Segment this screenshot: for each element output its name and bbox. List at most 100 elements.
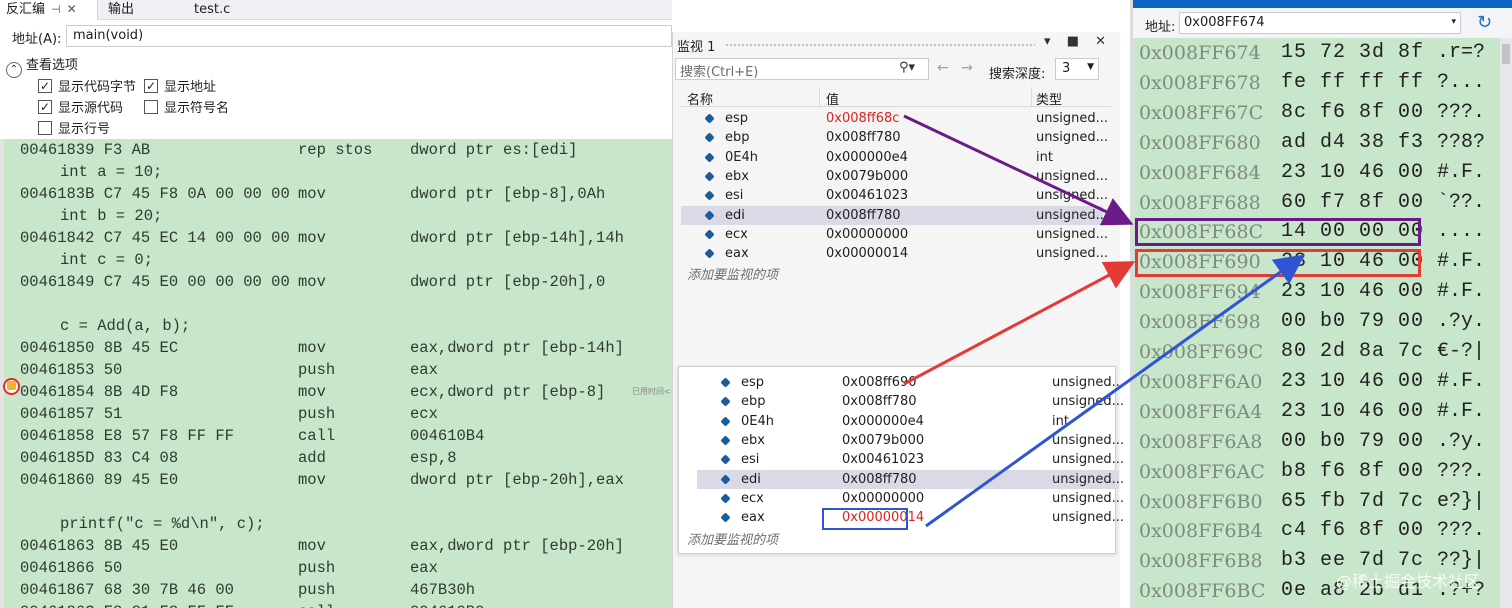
watch-value[interactable]: 0x0079b000: [842, 431, 924, 450]
memory-ascii: €-?|: [1437, 340, 1486, 363]
checkbox-show-source[interactable]: ✓ 显示源代码: [38, 97, 123, 116]
watch-value[interactable]: 0x008ff780: [842, 470, 917, 489]
tab-disassembly[interactable]: 反汇编 ⊣ ✕: [0, 0, 98, 20]
watch-value[interactable]: 0x000000e4: [826, 148, 908, 167]
search-depth-select[interactable]: 3 ▼: [1055, 58, 1099, 80]
watch-row-live[interactable]: edi 0x008ff780 unsigned...: [681, 205, 1108, 225]
add-watch-hint[interactable]: 添加要监视的项: [687, 529, 778, 548]
watch-row-live[interactable]: ebx 0x0079b000 unsigned...: [681, 167, 1108, 186]
chevron-down-icon[interactable]: ▾: [909, 60, 916, 75]
mnemonic: push: [298, 361, 336, 379]
memory-row[interactable]: 0x008FF698 00 b0 79 00 .?y.: [1133, 307, 1503, 337]
collapse-icon[interactable]: ⌃: [6, 62, 22, 78]
watch-type: unsigned...: [1036, 207, 1109, 223]
watch-name: eax: [741, 510, 765, 526]
pin-icon[interactable]: ⊣: [51, 3, 61, 16]
watch-row-snapshot[interactable]: esi 0x00461023 unsigned...: [697, 450, 1124, 469]
window-controls[interactable]: ▾ ■ ✕: [1044, 34, 1112, 49]
memory-row[interactable]: 0x008FF6A4 23 10 46 00 #.F.: [1133, 397, 1503, 427]
watch-row-snapshot[interactable]: eax 0x00000014 unsigned...: [697, 508, 1124, 527]
checkbox-show-symbol-names[interactable]: 显示符号名: [144, 97, 229, 116]
operand: ecx,dword ptr [ebp-8]: [410, 383, 606, 401]
checkbox-show-line-numbers[interactable]: 显示行号: [38, 118, 110, 137]
watch-row-live[interactable]: esp 0x008ff68c unsigned...: [681, 109, 1108, 128]
watch-row-live[interactable]: eax 0x00000014 unsigned...: [681, 244, 1108, 263]
refresh-icon[interactable]: ↻: [1477, 12, 1492, 33]
watch-value[interactable]: 0x008ff780: [826, 128, 901, 147]
close-icon[interactable]: ✕: [67, 2, 77, 16]
watch-row-live[interactable]: ebp 0x008ff780 unsigned...: [681, 128, 1108, 147]
checkbox-box[interactable]: ✓: [144, 78, 158, 93]
tab-test-c[interactable]: test.c: [188, 0, 236, 20]
memory-bytes: 15 72 3d 8f: [1281, 41, 1425, 64]
memory-row[interactable]: 0x008FF680 ad d4 38 f3 ??8?: [1133, 128, 1503, 158]
checkbox-box[interactable]: ✓: [38, 78, 52, 93]
watch-type: unsigned...: [1036, 168, 1109, 184]
watch-row-live[interactable]: 0E4h 0x000000e4 int: [681, 148, 1103, 167]
memory-row[interactable]: 0x008FF67C 8c f6 8f 00???.: [1133, 98, 1503, 128]
mnemonic: push: [298, 581, 336, 599]
memory-row[interactable]: 0x008FF694 23 10 46 00 #.F.: [1133, 277, 1503, 307]
checkbox-box[interactable]: ✓: [38, 99, 52, 114]
watch-row-snapshot[interactable]: 0E4h 0x000000e4 int: [697, 412, 1119, 431]
disassembly-code[interactable]: 00461839 F3 AB rep stos dword ptr es:[edi]…: [4, 139, 672, 608]
watch-name: ecx: [725, 226, 748, 242]
address-input[interactable]: main(void): [66, 25, 672, 47]
watch-name: ebx: [741, 432, 765, 448]
view-options-toggle[interactable]: ⌃ 查看选项: [6, 54, 78, 78]
column-name[interactable]: 名称: [687, 89, 713, 108]
memory-ascii: .?y.: [1437, 310, 1486, 334]
watch-row-snapshot[interactable]: ebx 0x0079b000 unsigned...: [697, 431, 1124, 450]
watch-value[interactable]: 0x00000014: [826, 244, 908, 263]
search-icon[interactable]: ⚲▾: [899, 60, 915, 75]
memory-bytes: 80 2d 8a 7c: [1281, 340, 1425, 363]
source-text: int c = 0;: [60, 251, 154, 269]
memory-row[interactable]: 0x008FF674 15 72 3d 8f .r=?: [1133, 38, 1503, 68]
watch-name: esi: [741, 452, 760, 468]
column-type[interactable]: 类型: [1036, 89, 1062, 108]
memory-row[interactable]: 0x008FF6B0 65 fb 7d 7c e?}|: [1133, 487, 1503, 517]
memory-row[interactable]: 0x008FF69C 80 2d 8a 7c €-?|: [1133, 337, 1503, 367]
checkbox-show-code-bytes[interactable]: ✓ 显示代码字节: [38, 76, 136, 95]
watch-row-snapshot[interactable]: ecx 0x00000000 unsigned...: [697, 489, 1124, 508]
watch-value[interactable]: 0x00461023: [826, 186, 908, 205]
column-value[interactable]: 值: [826, 89, 839, 108]
watch-type: int: [1036, 149, 1053, 165]
search-nav-arrows[interactable]: ← →: [937, 60, 977, 76]
watch-value[interactable]: 0x008ff780: [842, 392, 917, 411]
memory-row[interactable]: 0x008FF678 fe ff ff ff?...: [1133, 68, 1503, 98]
watch-row-snapshot[interactable]: ebp 0x008ff780 unsigned...: [697, 392, 1124, 411]
checkbox-show-address[interactable]: ✓ 显示地址: [144, 76, 216, 95]
watch-row-live[interactable]: ecx 0x00000000 unsigned...: [681, 225, 1108, 244]
memory-row[interactable]: 0x008FF6A8 00 b0 79 00 .?y.: [1133, 427, 1503, 457]
checkbox-box[interactable]: [144, 99, 158, 114]
watch-row-snapshot[interactable]: edi 0x008ff780 unsigned...: [697, 469, 1124, 489]
watch-value[interactable]: 0x0079b000: [826, 167, 908, 186]
watch-search-input[interactable]: 搜索(Ctrl+E): [675, 58, 929, 80]
tab-output[interactable]: 输出: [102, 0, 140, 20]
memory-row[interactable]: 0x008FF684 23 10 46 00 #.F.: [1133, 158, 1503, 188]
watch-value[interactable]: 0x00000000: [826, 225, 908, 244]
watch-value[interactable]: 0x008ff780: [826, 206, 901, 225]
scroll-thumb[interactable]: [1502, 44, 1510, 64]
chevron-down-icon[interactable]: ▾: [1451, 17, 1456, 27]
watch-row-live[interactable]: esi 0x00461023 unsigned...: [681, 186, 1108, 205]
watch-row-snapshot[interactable]: esp 0x008ff690 unsigned...: [697, 373, 1124, 392]
memory-row[interactable]: 0x008FF6B4 c4 f6 8f 00???.: [1133, 516, 1503, 546]
memory-row[interactable]: 0x008FF6A0 23 10 46 00 #.F.: [1133, 367, 1503, 397]
memory-row[interactable]: 0x008FF688 60 f7 8f 00 `??.: [1133, 188, 1503, 218]
watch-value[interactable]: 0x00000000: [842, 489, 924, 508]
watch-value[interactable]: 0x000000e4: [842, 412, 924, 431]
chevron-down-icon[interactable]: ▼: [1087, 62, 1094, 72]
title-drag-grip[interactable]: [725, 43, 1035, 47]
memory-row[interactable]: 0x008FF6AC b8 f6 8f 00???.: [1133, 457, 1503, 487]
add-watch-hint[interactable]: 添加要监视的项: [687, 264, 778, 283]
variable-icon: [720, 435, 731, 446]
watch-value[interactable]: 0x008ff690: [842, 373, 917, 392]
watch-value[interactable]: 0x008ff68c: [826, 109, 899, 128]
watch-type: unsigned...: [1052, 375, 1125, 390]
watch-name: edi: [741, 471, 761, 487]
watch-value[interactable]: 0x00461023: [842, 450, 924, 469]
memory-address-input[interactable]: 0x008FF674 ▾: [1179, 12, 1461, 34]
checkbox-box[interactable]: [38, 120, 52, 135]
